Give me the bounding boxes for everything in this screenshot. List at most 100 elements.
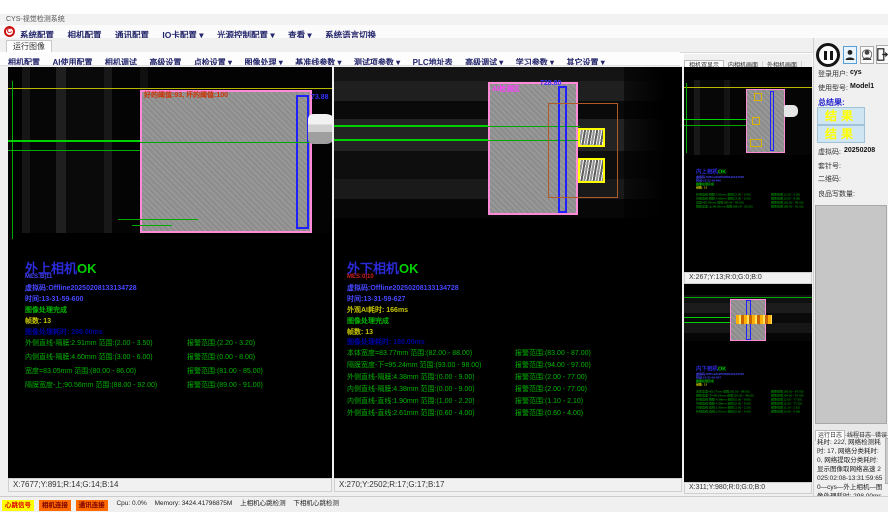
measurement-value: 隔膜宽度-上:90.56mm 范围:(88.00 - 92.00) [25,382,157,389]
measurement-value: 外侧直线-隔膜:2.91mm 范围:(2.00 - 3.50) [25,340,153,347]
tool-advanced-debug[interactable]: 高级调试 ▾ [465,56,503,66]
needle-number-label: 套针号: [818,161,841,171]
green-vertical-line [12,81,13,239]
result-list-box[interactable] [815,205,887,424]
blue-measure-roi [770,91,774,151]
green-line [118,219,198,220]
tool-advanced-settings[interactable]: 高级设置 [149,56,181,66]
tool-other-settings[interactable]: 其它设置 ▾ [566,56,604,66]
white-connector-part [784,105,798,117]
green-vertical-line [686,83,687,153]
status-ok-label: OK [399,261,419,276]
alarm-range: 报警范围:(0.60 - 4.00) [771,410,800,414]
alarm-range: 报警范围:(1.10 - 2.10) [515,396,583,406]
brown-roi [548,103,618,198]
thumb1-coordinate-bar: X:267;Y:13;R:0;G:0;B:0 [684,272,812,284]
right-camera-view[interactable]: AI检测区 728.80 外下相机OK MES:0|10 虚拟码:Offline… [334,67,682,478]
good-count-label: 良品写数量: [818,189,855,199]
measurement-row: 内侧直线-隔膜:4.60mm 范围:(3.00 - 6.00) 报警范围:(0.… [25,352,325,362]
product-roi-pink [140,90,312,233]
camera-link-badge: 相机连接 [39,500,71,511]
measurement-value: 外侧直线-直线:2.61mm 范围:(0.60 - 4.00) [347,410,475,417]
window-title: CYS-视觉检测系统 [6,16,65,23]
green-line [684,297,812,298]
green-line [684,119,746,120]
barcode-line: 虚拟码:Offline20250208133134728 [347,283,459,293]
yellow-roi [750,139,762,147]
tool-plc-address-table[interactable]: PLC地址表 [413,56,453,66]
tab-row: 运行图像 [0,38,888,53]
green-line [334,125,488,127]
alarm-range: 报警范围:(83.00 - 87.00) [515,348,591,358]
status-ok-label: OK [718,169,726,175]
result-box-text: 结果 [825,127,857,141]
operator-button[interactable] [860,46,874,64]
log-tab-row: 运行日志线程日志错误日志 [815,424,888,436]
ai-elapsed-line: 外观AI耗时: 166ms [347,305,408,315]
tool-ai-usage-config[interactable]: AI使用配置 [52,56,92,66]
tool-camera-debug[interactable]: 相机调试 [105,56,137,66]
measurement-value: 本体宽度=83.77mm 范围:(82.00 - 88.00) [347,350,472,357]
status-ok-label: OK [718,366,726,372]
tool-camera-config[interactable]: 相机配置 [8,56,40,66]
alarm-range: 报警范围:(94.00 - 97.00) [515,360,591,370]
measurement-row: 内侧直线-隔膜:4.38mm 范围:(0.00 - 9.00) 报警范围:(2.… [347,384,677,394]
thumb-camera-view-2[interactable]: 内下相机OK 虚拟码:Offline20250208133134728 时间:1… [684,284,812,482]
qrcode-label: 二维码: [818,174,841,184]
pixel-coordinates: X:7677;Y:891;R:14;G:14;B:14 [13,480,118,489]
measurement-value: 内侧直线-隔膜:4.38mm 范围:(0.00 - 9.00) [347,386,475,393]
tool-test-params[interactable]: 测试项参数 ▾ [354,56,400,66]
window-titlebar: CYS-视觉检测系统 [0,14,888,25]
tool-baseline-params[interactable]: 基准线参数 ▾ [295,56,341,66]
toolbar: 相机配置 AI使用配置 相机调试 高级设置 点检设置 ▾ 图像处理 ▾ 基准线参… [0,52,680,66]
model-label: 使用型号: [818,83,848,93]
elapsed-line: 图像处理耗时: 180.00ms [347,337,425,347]
exit-door-icon [877,48,888,61]
log-text: 耗时: 222, 网络检测耗时: 17, 网络分类耗时: 0, 网络提取分类耗时… [817,438,884,501]
yellow-reference-line [8,88,332,89]
vcode-label: 虚拟码: [818,147,841,157]
blue-roi-value: 73.88 [311,94,329,101]
right-view-coordinate-bar: X:270;Y:2502;R:17;G:17;B:17 [334,478,682,492]
green-line [8,150,140,151]
green-line [684,322,730,323]
alarm-range: 报警范围:(89.00 - 91.00) [771,205,804,209]
user-button[interactable] [843,46,857,64]
green-line [684,317,730,318]
measurement-row: 宽度=83.05mm 范围:(80.00 - 86.00) 报警范围:(81.0… [25,366,325,376]
yellow-roi [578,158,605,183]
green-line [684,125,746,126]
thumb-tab-row: 相机双显示内相机画面外相机画面 [684,54,812,68]
tool-learning-params[interactable]: 学习参数 ▾ [516,56,554,66]
alarm-range: 报警范围:(81.00 - 85.00) [187,366,263,376]
time-line: 时间:13-31-59-627 [347,294,405,304]
result-box-1: 结果 [817,107,865,125]
green-line [132,225,172,226]
app-window: CYS-视觉检测系统 C 系统配置 相机配置 通讯配置 IO卡配置 ▾ 光源控制… [0,0,888,522]
tool-image-processing[interactable]: 图像处理 ▾ [245,56,283,66]
measurement-row: 内侧直线-直线:1.90mm 范围:(1.00 - 2.20) 报警范围:(1.… [347,396,677,406]
blue-measure-roi [296,95,309,229]
camera-name-label: 内下相机 [696,366,718,372]
pause-button[interactable] [816,43,840,67]
login-user-value: cys [850,69,862,76]
yellow-roi [578,128,605,147]
tool-spot-check[interactable]: 点检设置 ▾ [194,56,232,66]
menu-bar: C 系统配置 相机配置 通讯配置 IO卡配置 ▾ 光源控制配置 ▾ 查看 ▾ 系… [0,25,888,39]
thumb2-coordinate-bar: X:311;Y:980;R:0;G:0;B:0 [684,482,812,494]
left-camera-view[interactable]: 好的阈值:93, 坏的阈值:100 73.88 外上相机OK MES:B|11 … [8,67,332,478]
lower-camera-heartbeat: 下相机心跳检测 [293,497,339,511]
exit-button[interactable] [876,45,888,64]
measurement-row: 外侧直线-直线:2.61mm 范围:(0.60 - 4.00)报警范围:(0.6… [696,410,812,414]
done-line: 图像处理完成 [347,316,389,326]
yellow-roi [754,93,762,101]
green-line [334,139,488,141]
elapsed-line: 图像处理耗时: 298.00ms [25,327,103,337]
result-box-2: 结果 [817,125,865,143]
barcode-line: 虚拟码:Offline20250208133134728 [25,283,137,293]
thumb-camera-view-1[interactable]: 内上相机OK 虚拟码:Offline20250208133134728 时间:1… [684,67,812,272]
status-bar: 心跳信号 相机连接 通讯连接 Cpu: 0.0% Memory: 3424.41… [0,496,888,512]
measurement-value: 隔膜宽度-下=95.24mm 范围:(93.00 - 98.00) [347,362,481,369]
measurement-row: 外侧直线-隔膜:4.38mm 范围:(0.00 - 9.00) 报警范围:(2.… [347,372,677,382]
brand-c-swirl-icon: C [3,25,16,38]
